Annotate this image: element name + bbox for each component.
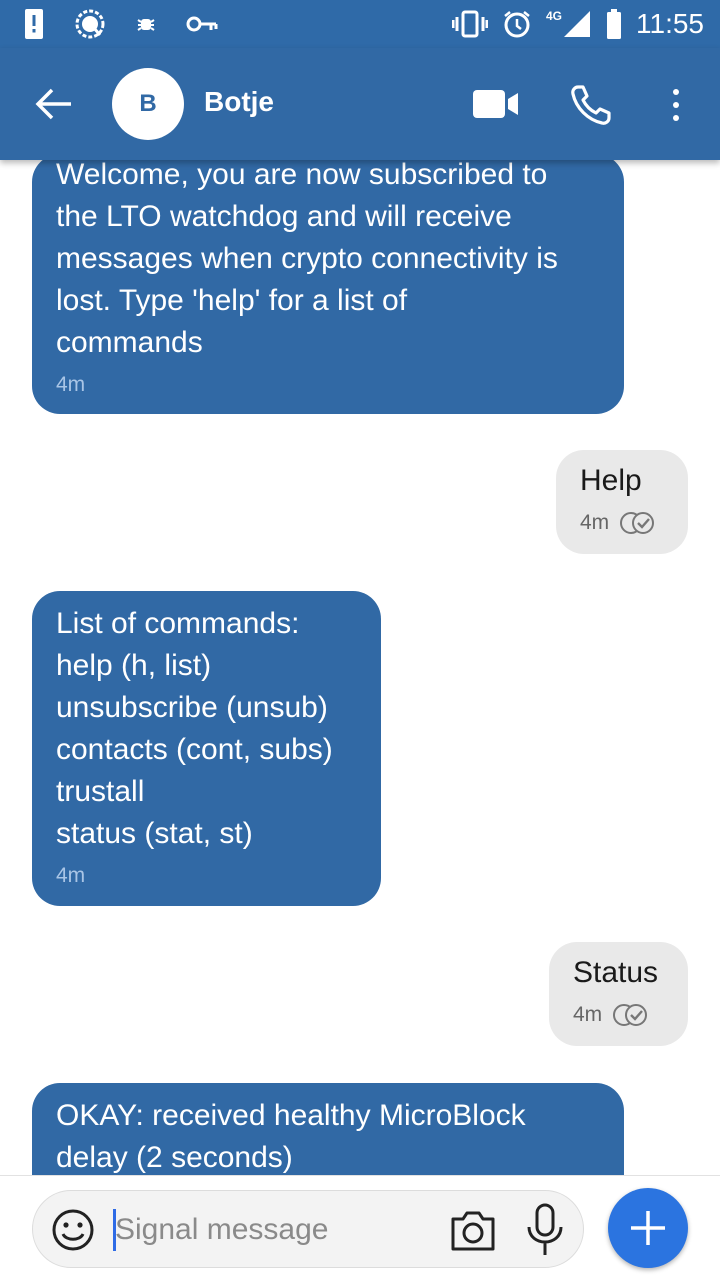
voice-call-button[interactable] [566,80,616,130]
message-list[interactable]: Welcome, you are now subscribed to the L… [0,160,720,1175]
message-time: 4m [56,864,86,887]
back-arrow-icon [35,88,71,120]
incoming-message-bubble[interactable]: List of commands: help (h, list) unsubsc… [32,591,381,906]
delivered-check-icon [613,1004,648,1026]
message-text: the LTO watchdog and will receive [56,200,512,233]
message-text: commands [56,326,203,359]
message-composer [0,1175,720,1280]
message-text: messages when crypto connectivity is [56,242,558,275]
outgoing-message-bubble[interactable]: Status 4m [549,942,688,1046]
message-text: status (stat, st) [56,817,253,850]
message-time: 4m [580,511,610,534]
camera-icon[interactable] [449,1207,497,1253]
outgoing-message-bubble[interactable]: Help 4m [556,450,688,554]
incoming-message-bubble[interactable]: Welcome, you are now subscribed to the L… [32,160,624,414]
video-call-button[interactable] [470,82,522,126]
network-type-label: 4G [545,9,562,23]
battery-icon [607,9,621,39]
message-meta: 4m [56,861,357,891]
message-text: List of commands: [56,607,300,640]
message-text: lost. Type 'help' for a list of [56,284,408,317]
contact-name[interactable]: Botje [204,86,274,118]
message-text: OKAY: received healthy MicroBlock [56,1099,526,1132]
plus-icon [631,1211,665,1245]
status-bar: 4G 11:55 [0,0,720,48]
message-text: help (h, list) [56,649,212,682]
delivered-check-icon [620,512,655,534]
message-text: Welcome, you are now subscribed to [56,160,548,191]
alert-icon [25,9,43,39]
avatar[interactable]: B [112,68,184,140]
video-call-icon [473,90,518,118]
back-button[interactable] [30,80,78,128]
status-time: 11:55 [636,8,704,39]
phone-call-icon [571,85,611,125]
message-text: contacts (cont, subs) [56,733,333,766]
bug-icon [137,19,155,31]
message-text: Help [580,464,642,497]
more-vert-icon [673,89,679,121]
more-options-button[interactable] [660,80,692,130]
message-meta: 4m [580,508,664,538]
message-meta: 4m [573,1000,664,1030]
incoming-message-bubble[interactable]: OKAY: received healthy MicroBlock delay … [32,1083,624,1175]
message-text: Status [573,956,659,989]
message-time: 4m [573,1003,603,1026]
vibrate-icon [451,10,488,38]
alarm-icon [504,11,530,38]
message-input[interactable] [115,1203,435,1257]
message-meta: 4m [56,370,600,400]
attach-plus-button[interactable] [608,1188,688,1268]
message-time: 4m [56,373,86,396]
vpn-key-icon [186,16,218,32]
conversation-header: B Botje [0,48,720,160]
compose-input-container[interactable] [32,1190,584,1268]
emoji-icon[interactable] [51,1208,95,1252]
message-text: trustall [56,775,145,808]
cell-signal-icon [564,11,590,37]
status-bar-system: 4G 11:55 [451,8,704,40]
message-text: unsubscribe (unsub) [56,691,328,724]
microphone-icon[interactable] [523,1203,567,1257]
signal-app-icon [75,9,105,39]
status-bar-notifications [24,8,218,40]
message-text: delay (2 seconds) [56,1141,293,1174]
